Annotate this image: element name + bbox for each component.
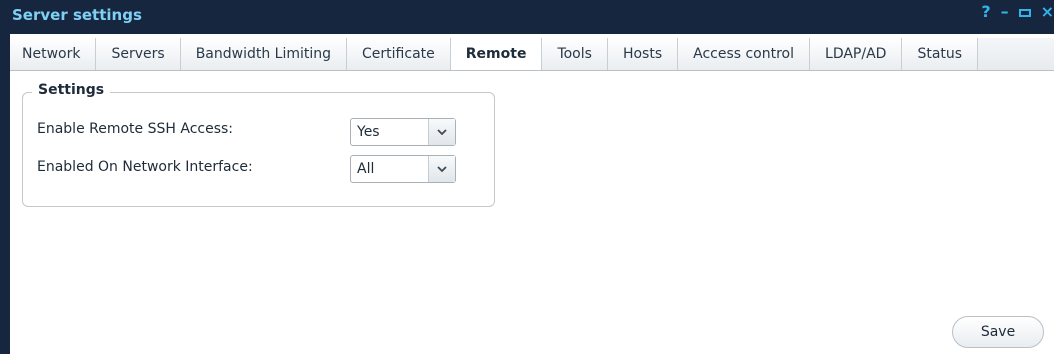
network-interface-label: Enabled On Network Interface: [37,159,253,175]
tab-bandwidth-limiting[interactable]: Bandwidth Limiting [180,38,348,70]
tab-remote[interactable]: Remote [450,38,543,70]
help-icon[interactable]: ? [981,4,990,20]
tab-servers[interactable]: Servers [96,38,181,70]
window-title: Server settings [12,6,142,24]
tab-tools[interactable]: Tools [542,38,608,70]
minimize-icon[interactable]: – [1001,4,1009,20]
network-interface-select[interactable]: All [350,155,456,183]
ssh-access-select[interactable]: Yes [350,118,456,146]
tab-bar: Network Servers Bandwidth Limiting Certi… [10,38,1054,71]
tab-access-control[interactable]: Access control [678,38,811,70]
ssh-access-label: Enable Remote SSH Access: [37,121,233,137]
chevron-down-icon[interactable] [428,156,455,182]
tab-ldap-ad[interactable]: LDAP/AD [810,38,903,70]
chevron-down-icon[interactable] [428,119,455,145]
close-icon[interactable]: × [1041,4,1054,20]
window-titlebar[interactable]: Server settings ? – × [10,0,1054,34]
network-interface-value: All [357,161,375,177]
tab-status[interactable]: Status [902,38,979,70]
ssh-access-value: Yes [357,124,380,140]
tab-network[interactable]: Network [10,38,97,70]
maximize-icon[interactable] [1018,9,1031,17]
tab-hosts[interactable]: Hosts [607,38,679,70]
window-left-edge [0,0,10,354]
server-settings-window: Server settings ? – × Network Servers Ba… [0,0,1054,354]
save-button[interactable]: Save [952,316,1044,348]
settings-legend: Settings [32,82,111,98]
window-controls: ? – × [981,4,1054,20]
settings-group [22,92,495,207]
tab-certificate[interactable]: Certificate [347,38,451,70]
